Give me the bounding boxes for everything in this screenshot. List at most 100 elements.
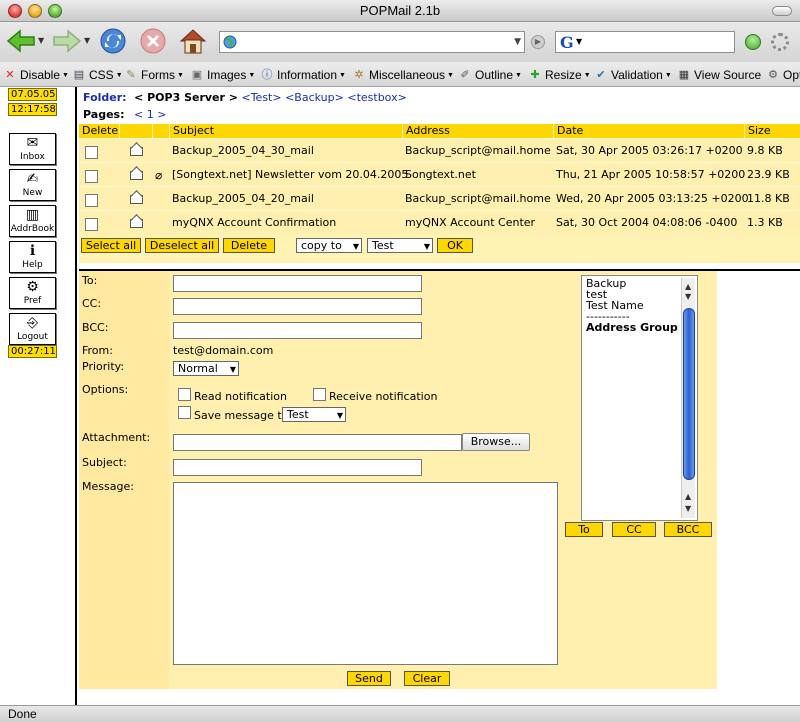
chevron-down-icon: ▼	[248, 71, 256, 79]
bcc-field[interactable]	[173, 322, 422, 339]
help-button[interactable]: ℹ Help	[9, 241, 56, 273]
save-message-checkbox[interactable]	[178, 406, 191, 419]
address-book-button[interactable]: ▥ AddrBook	[9, 205, 56, 237]
delete-checkbox[interactable]	[85, 146, 98, 159]
forward-button[interactable]	[50, 26, 84, 56]
css-menu[interactable]: ▤ CSS ▼	[72, 67, 123, 83]
minimize-window-button[interactable]	[28, 4, 42, 18]
browser-window: POPMail 2.1b ▼ ▼ ▼ ▶ G ▼ ✕ Disable ▼ ▤ C…	[0, 0, 800, 722]
delete-checkbox[interactable]	[85, 170, 98, 183]
scroll-thumb[interactable]	[683, 308, 695, 480]
delete-button[interactable]: Delete	[223, 238, 275, 253]
folder-link-backup[interactable]: <Backup>	[285, 91, 344, 104]
disable-menu[interactable]: ✕ Disable ▼	[3, 67, 69, 83]
message-address: myQNX Account Center	[405, 216, 536, 229]
select-all-button[interactable]: Select all	[81, 238, 141, 253]
delete-checkbox[interactable]	[85, 218, 98, 231]
header-spacer	[119, 124, 152, 138]
forward-history-icon[interactable]: ▼	[84, 36, 90, 45]
read-notification-checkbox[interactable]	[178, 388, 191, 401]
forms-menu[interactable]: ✎ Forms ▼	[124, 67, 184, 83]
header-date[interactable]: Date	[553, 124, 583, 138]
logout-button[interactable]: ⎆ Logout	[9, 313, 56, 345]
message-subject[interactable]: myQNX Account Confirmation	[172, 216, 336, 229]
subject-field[interactable]	[173, 459, 422, 476]
home-button[interactable]	[176, 26, 210, 56]
clear-button[interactable]: Clear	[404, 671, 450, 686]
chevron-down-icon: ▼	[447, 71, 454, 79]
back-history-icon[interactable]: ▼	[38, 36, 44, 45]
back-button[interactable]	[4, 26, 38, 56]
copy-to-select[interactable]: copy to ▼	[296, 238, 362, 253]
to-field[interactable]	[173, 275, 422, 292]
message-subject[interactable]: [Songtext.net] Newsletter vom 20.04.2005	[172, 168, 408, 181]
from-value: test@domain.com	[173, 344, 274, 357]
page-link[interactable]: < 1 >	[134, 108, 166, 121]
chevron-down-icon[interactable]: ▼	[514, 37, 521, 47]
close-window-button[interactable]	[8, 4, 22, 18]
priority-select[interactable]: Normal ▼	[173, 361, 239, 376]
folder-link-testbox[interactable]: <testbox>	[347, 91, 406, 104]
chevron-down-icon[interactable]: ▼	[576, 37, 582, 46]
target-folder-select[interactable]: Test ▼	[367, 238, 433, 253]
search-input[interactable]: G ▼	[555, 31, 735, 53]
scroll-down-icon[interactable]: ▼	[685, 292, 691, 301]
google-icon[interactable]: G	[560, 33, 574, 52]
url-bar[interactable]: ▼	[219, 31, 525, 53]
toolbar-toggle-button[interactable]	[772, 6, 792, 16]
images-menu[interactable]: ▣ Images ▼	[190, 67, 256, 83]
table-row[interactable]: Backup_2005_04_20_mail Backup_script@mai…	[79, 186, 800, 210]
validation-menu[interactable]: ✔ Validation ▼	[594, 67, 671, 83]
zoom-window-button[interactable]	[48, 4, 62, 18]
send-button[interactable]: Send	[347, 671, 391, 686]
ok-button[interactable]: OK	[437, 238, 473, 253]
scroll-up-icon[interactable]: ▲	[685, 492, 691, 501]
inbox-button[interactable]: ✉ Inbox	[9, 133, 56, 165]
add-cc-button[interactable]: CC	[612, 522, 656, 537]
preferences-button[interactable]: ⚙ Pref	[9, 277, 56, 309]
list-item[interactable]: Address Group 1	[586, 321, 689, 334]
stop-button[interactable]	[136, 26, 170, 56]
table-row[interactable]: Backup_2005_04_30_mail Backup_script@mai…	[79, 138, 800, 162]
new-message-button[interactable]: ✍ New	[9, 169, 56, 201]
page-content: 07.05.05 12:17:58 ✉ Inbox ✍ New ▥ AddrBo…	[0, 87, 800, 705]
information-menu[interactable]: ⓘ Information ▼	[260, 67, 346, 83]
delete-checkbox[interactable]	[85, 194, 98, 207]
add-bcc-button[interactable]: BCC	[664, 522, 712, 537]
address-book-list[interactable]: Backup test Test Name ----------- Addres…	[581, 275, 698, 521]
resize-menu[interactable]: ✚ Resize ▼	[528, 67, 590, 83]
table-row[interactable]: ⌀ [Songtext.net] Newsletter vom 20.04.20…	[79, 162, 800, 186]
message-subject[interactable]: Backup_2005_04_20_mail	[172, 192, 314, 205]
pagination: Pages: < 1 >	[83, 108, 167, 121]
options-menu[interactable]: ⚙Opt	[766, 67, 800, 83]
priority-label: Priority:	[82, 360, 125, 373]
search-go-icon[interactable]	[745, 34, 761, 50]
home-icon	[179, 29, 207, 54]
receive-notification-checkbox[interactable]	[313, 388, 326, 401]
message-size: 1.3 KB	[747, 216, 783, 229]
globe-icon	[223, 35, 237, 49]
chevron-down-icon: ▼	[423, 242, 430, 251]
scroll-up-icon[interactable]: ▲	[685, 282, 691, 291]
message-textarea[interactable]	[173, 482, 558, 665]
outline-menu[interactable]: ✐ Outline ▼	[458, 67, 522, 83]
message-subject[interactable]: Backup_2005_04_30_mail	[172, 144, 314, 157]
add-to-button[interactable]: To	[565, 522, 603, 537]
attachment-field[interactable]	[173, 434, 462, 451]
folder-link-test[interactable]: <Test>	[241, 91, 281, 104]
cc-field[interactable]	[173, 298, 422, 315]
header-address[interactable]: Address	[402, 124, 450, 138]
table-row[interactable]: myQNX Account Confirmation myQNX Account…	[79, 210, 800, 234]
miscellaneous-menu[interactable]: ✲ Miscellaneous ▼	[352, 67, 454, 83]
header-subject[interactable]: Subject	[169, 124, 214, 138]
reload-button[interactable]	[96, 26, 130, 56]
deselect-all-button[interactable]: Deselect all	[145, 238, 219, 253]
address-list-scrollbar[interactable]: ▲ ▼ ▲ ▼	[681, 278, 695, 518]
go-arrow-icon[interactable]: ▶	[531, 35, 545, 49]
view-source-button[interactable]: ▦ View Source	[677, 67, 761, 83]
header-size[interactable]: Size	[744, 124, 771, 138]
save-folder-select[interactable]: Test ▼	[282, 407, 346, 422]
scroll-down-icon[interactable]: ▼	[685, 504, 691, 513]
browse-button[interactable]: Browse...	[462, 433, 530, 451]
message-address: Backup_script@mail.home	[405, 144, 551, 157]
